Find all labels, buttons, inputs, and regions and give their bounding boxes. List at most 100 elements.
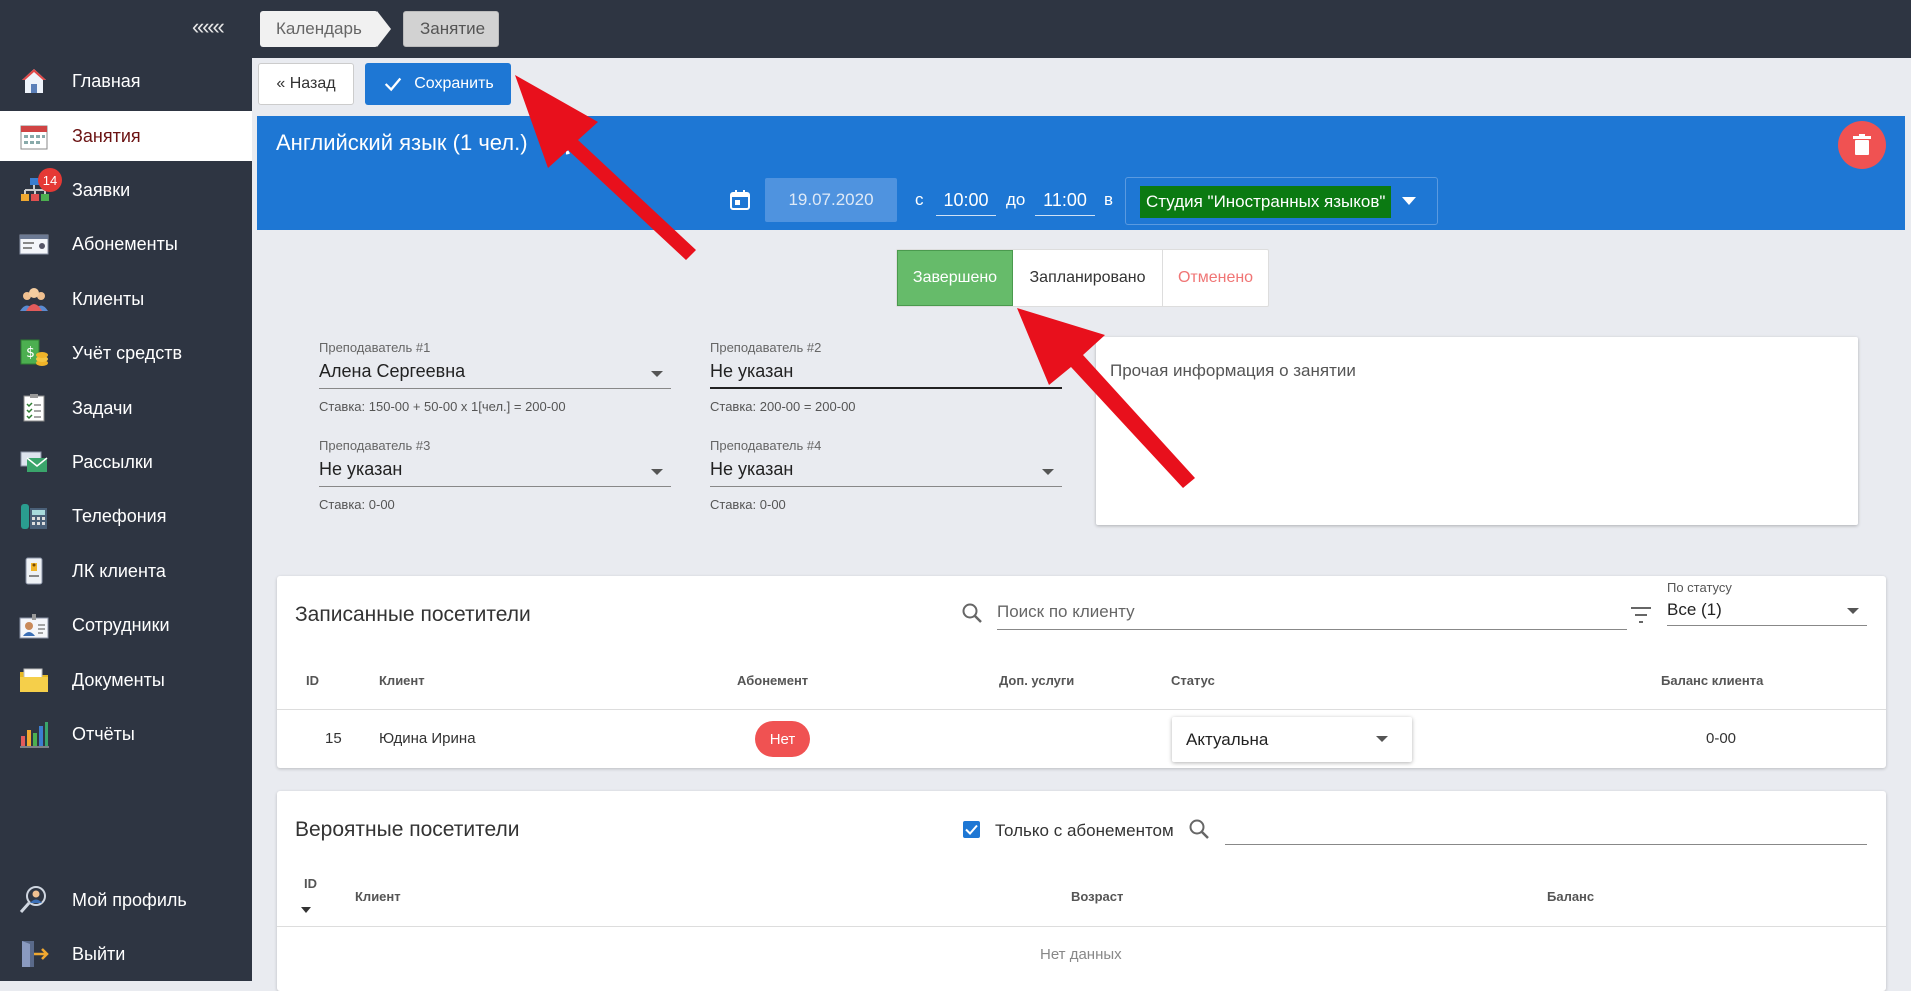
sidebar-item-documents[interactable]: Документы	[0, 655, 252, 705]
top-bar	[252, 0, 1911, 58]
collapse-sidebar-button[interactable]: «««	[192, 14, 225, 40]
back-button[interactable]: « Назад	[258, 63, 354, 105]
column-header-id[interactable]: ID	[306, 673, 319, 688]
sidebar-item-label: Главная	[72, 70, 141, 91]
gear-icon[interactable]	[556, 137, 576, 157]
sidebar: ««« Главная Занятия 14 Заявки Абонементы…	[0, 0, 252, 981]
column-header-extra-services[interactable]: Доп. услуги	[999, 673, 1074, 688]
reports-icon	[20, 722, 49, 748]
sidebar-item-subscriptions[interactable]: Абонементы	[0, 219, 252, 269]
sidebar-item-requests[interactable]: 14 Заявки	[0, 165, 252, 215]
profile-icon	[19, 886, 46, 913]
sidebar-item-label: Заявки	[72, 179, 131, 200]
teacher-4-select[interactable]: Преподаватель #4 Не указан Ставка: 0-00	[710, 438, 1062, 512]
teacher-2-select[interactable]: Преподаватель #2 Не указан Ставка: 200-0…	[710, 340, 1062, 414]
sidebar-item-profile[interactable]: Мой профиль	[0, 875, 252, 925]
column-header-age[interactable]: Возраст	[1071, 889, 1123, 904]
column-header-client[interactable]: Клиент	[355, 889, 401, 904]
lesson-status-toggle: Завершено Запланировано Отменено	[896, 249, 1269, 307]
breadcrumb-lesson[interactable]: Занятие	[403, 11, 499, 47]
row-status-value: Актуальна	[1186, 730, 1269, 749]
room-select[interactable]: Студия "Иностранных языков"	[1125, 177, 1438, 225]
sidebar-item-label: Сотрудники	[72, 614, 170, 635]
column-header-id[interactable]: ID	[304, 876, 317, 891]
teacher-rate: Ставка: 0-00	[319, 497, 395, 512]
probable-search-input[interactable]	[1225, 811, 1867, 845]
status-filter-label: По статусу	[1667, 580, 1732, 595]
column-header-client[interactable]: Клиент	[379, 673, 425, 688]
sidebar-item-label: Документы	[72, 669, 165, 690]
sidebar-item-home[interactable]: Главная	[0, 56, 252, 106]
save-button[interactable]: Сохранить	[365, 63, 511, 105]
chevron-down-icon	[651, 371, 663, 377]
status-cancelled-button[interactable]: Отменено	[1163, 250, 1268, 306]
staff-icon	[19, 614, 49, 639]
home-icon	[22, 69, 46, 93]
column-header-subscription[interactable]: Абонемент	[737, 673, 808, 688]
status-planned-button[interactable]: Запланировано	[1013, 250, 1163, 306]
sidebar-item-telephony[interactable]: Телефония	[0, 491, 252, 541]
time-from-input[interactable]: 10:00	[936, 190, 996, 216]
sidebar-item-label: Отчёты	[72, 723, 135, 744]
calendar-icon[interactable]	[728, 188, 752, 212]
sidebar-item-clients[interactable]: Клиенты	[0, 274, 252, 324]
mailing-icon	[20, 451, 48, 472]
breadcrumb-calendar[interactable]: Календарь	[260, 11, 378, 47]
trash-icon	[1853, 134, 1871, 155]
row-status-select[interactable]: Актуальна	[1172, 717, 1412, 762]
teacher-label: Преподаватель #2	[710, 340, 822, 355]
time-from-label: с	[915, 190, 924, 209]
teacher-3-select[interactable]: Преподаватель #3 Не указан Ставка: 0-00	[319, 438, 671, 512]
save-button-label: Сохранить	[414, 75, 494, 92]
column-header-balance[interactable]: Баланс	[1547, 889, 1594, 904]
checkmark-icon	[385, 77, 402, 92]
filter-icon[interactable]	[1630, 606, 1652, 624]
client-search-input[interactable]: Поиск по клиенту	[997, 594, 1627, 630]
sidebar-item-label: Мой профиль	[72, 889, 187, 910]
subscription-badge[interactable]: Нет	[755, 721, 810, 757]
sidebar-item-finance[interactable]: $ Учёт средств	[0, 328, 252, 378]
checkmark-icon	[965, 824, 978, 835]
chevron-down-icon	[1042, 469, 1054, 475]
table-divider	[277, 926, 1886, 927]
delete-lesson-button[interactable]	[1838, 121, 1886, 169]
search-icon	[962, 603, 982, 623]
column-header-balance[interactable]: Баланс клиента	[1661, 673, 1763, 688]
teacher-rate: Ставка: 200-00 = 200-00	[710, 399, 856, 414]
time-to-label: до	[1006, 190, 1026, 209]
subscription-card-icon	[19, 234, 49, 255]
sidebar-item-label: Абонементы	[72, 233, 178, 254]
sidebar-item-staff[interactable]: Сотрудники	[0, 600, 252, 650]
status-done-button[interactable]: Завершено	[897, 250, 1013, 306]
row-client[interactable]: Юдина Ирина	[379, 730, 476, 747]
time-to-input[interactable]: 11:00	[1035, 190, 1095, 216]
teacher-value: Не указан	[319, 459, 403, 479]
sidebar-item-tasks[interactable]: Задачи	[0, 383, 252, 433]
sidebar-item-logout[interactable]: Выйти	[0, 929, 252, 979]
notes-placeholder: Прочая информация о занятии	[1110, 361, 1356, 380]
sidebar-item-mailings[interactable]: Рассылки	[0, 437, 252, 487]
tasks-icon	[23, 394, 45, 422]
lesson-notes-textarea[interactable]: Прочая информация о занятии	[1096, 337, 1858, 525]
sidebar-item-reports[interactable]: Отчёты	[0, 709, 252, 759]
sort-down-icon[interactable]	[301, 907, 311, 913]
column-header-status[interactable]: Статус	[1171, 673, 1215, 688]
chevron-down-icon	[1847, 608, 1859, 614]
row-id: 15	[325, 730, 342, 747]
probable-visitors-panel: Вероятные посетители Только с абонементо…	[277, 791, 1886, 991]
chevron-down-icon	[1376, 736, 1388, 742]
date-input[interactable]: 19.07.2020	[765, 178, 897, 222]
only-with-subscription-checkbox[interactable]	[963, 821, 980, 838]
sidebar-item-client-account[interactable]: ЛК клиента	[0, 546, 252, 596]
teacher-label: Преподаватель #1	[319, 340, 431, 355]
teacher-1-select[interactable]: Преподаватель #1 Алена Сергеевна Ставка:…	[319, 340, 671, 414]
only-with-subscription-label[interactable]: Только с абонементом	[995, 821, 1174, 841]
search-icon	[1189, 819, 1209, 839]
money-icon: $	[20, 339, 48, 366]
clients-icon	[20, 288, 48, 311]
teacher-label: Преподаватель #4	[710, 438, 822, 453]
status-filter-value: Все (1)	[1667, 600, 1722, 619]
chevron-down-icon	[1402, 197, 1416, 205]
status-filter-select[interactable]: Все (1)	[1667, 598, 1867, 626]
sidebar-item-lessons[interactable]: Занятия	[0, 111, 252, 161]
